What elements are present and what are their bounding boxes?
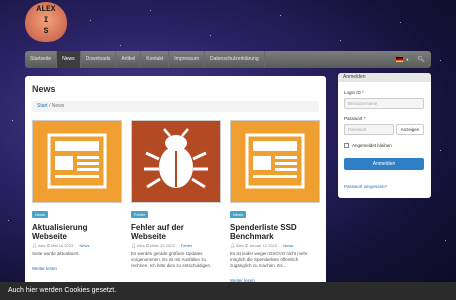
nav-item-datenschutz[interactable]: Datenschutzerklärung xyxy=(205,51,265,68)
nav-item-downloads[interactable]: Downloads xyxy=(81,51,117,68)
logo-text-line-3: S xyxy=(43,27,49,36)
article-title[interactable]: Spenderliste SSD Benchmark xyxy=(230,223,320,241)
article-meta: 👤︎ Alex 🕒︎ Mai 16 2023 🗀 News xyxy=(32,243,122,250)
folder-icon: 🗀 xyxy=(278,243,283,248)
clock-icon: 🕒︎ xyxy=(46,243,51,248)
nav-item-impressum[interactable]: Impressum xyxy=(169,51,205,68)
nav-item-news[interactable]: News xyxy=(57,51,81,68)
bug-thumbnail-image[interactable] xyxy=(131,120,221,203)
article-excerpt: Es werden gerade größere Updates vorgeno… xyxy=(131,251,212,268)
article-category-link[interactable]: News xyxy=(79,243,89,248)
article-date: März 29 2023 xyxy=(150,243,175,248)
breadcrumb-home-link[interactable]: Start xyxy=(37,103,48,109)
article-author: Alex xyxy=(37,243,46,248)
remember-me-checkbox[interactable] xyxy=(344,143,349,148)
article-card: News Aktualisierung Webseite 👤︎ Alex 🕒︎ … xyxy=(32,120,122,275)
article-card: Fehler Fehler auf der Webseite 👤︎ Alex 🕒… xyxy=(131,120,221,269)
category-badge[interactable]: News xyxy=(230,211,247,218)
folder-icon: 🗀 xyxy=(74,243,79,248)
article-meta: 👤︎ Alex 🕒︎ Januar 12 2023 🗀 News xyxy=(230,243,320,250)
article-category-link[interactable]: Fehler xyxy=(181,243,192,248)
article-meta: 👤︎ Alex 🕒︎ März 29 2023 🗀 Fehler xyxy=(131,243,221,250)
article-title[interactable]: Fehler auf der Webseite xyxy=(131,223,221,241)
article-author: Alex xyxy=(235,243,244,248)
article-excerpt: Es ist leider wegen DSGVO nicht mehr mög… xyxy=(230,251,308,268)
required-marker: * xyxy=(363,116,366,121)
forgot-password-link[interactable]: Passwort vergessen? xyxy=(344,184,387,189)
login-id-label: Login ID * xyxy=(344,90,364,95)
logo-text-line-2: I xyxy=(43,16,49,25)
password-input[interactable]: Passwort xyxy=(344,124,394,135)
category-badge[interactable]: Fehler xyxy=(131,211,149,218)
login-id-label-text: Login ID xyxy=(344,90,361,95)
language-switcher[interactable]: ▼ xyxy=(396,57,409,62)
news-thumbnail-image[interactable] xyxy=(230,120,320,203)
user-icon: 👤︎ xyxy=(230,243,236,248)
article-category-link[interactable]: News xyxy=(283,243,293,248)
article-date: Januar 12 2023 xyxy=(249,243,277,248)
main-navbar: Startseite News Downloads Artikel Kontak… xyxy=(25,51,431,68)
cookie-banner: Auch hier werden Cookies gesetzt. xyxy=(0,282,456,300)
remember-me-label: Angemeldet bleiben xyxy=(352,143,392,148)
nav-item-kontakt[interactable]: Kontakt xyxy=(141,51,170,68)
username-placeholder: Benutzername xyxy=(348,101,378,106)
password-placeholder: Passwort xyxy=(348,127,367,132)
article-author: Alex xyxy=(136,243,145,248)
site-logo[interactable]: ALEX I S xyxy=(25,2,67,42)
clock-icon: 🕒︎ xyxy=(145,243,150,248)
search-icon[interactable]: 🔍︎ xyxy=(417,56,425,63)
article-card: News Spenderliste SSD Benchmark 👤︎ Alex … xyxy=(230,120,320,287)
login-module-heading: Anmelden xyxy=(338,73,431,82)
category-badge[interactable]: News xyxy=(32,211,49,218)
breadcrumb: Start / News xyxy=(32,101,319,112)
read-more-link[interactable]: Weiter lesen xyxy=(32,266,57,271)
user-icon: 👤︎ xyxy=(32,243,38,248)
article-date: Mai 16 2023 xyxy=(51,243,74,248)
german-flag-icon xyxy=(396,57,404,62)
article-title[interactable]: Aktualisierung Webseite xyxy=(32,223,122,241)
newspaper-icon xyxy=(47,133,107,189)
bug-icon xyxy=(144,128,208,189)
nav-item-artikel[interactable]: Artikel xyxy=(116,51,142,68)
news-thumbnail-image[interactable] xyxy=(32,120,122,203)
navbar-tools: ▼ 🔍︎ xyxy=(396,56,431,63)
show-password-button[interactable]: Anzeigen xyxy=(396,124,424,135)
cookie-banner-text: Auch hier werden Cookies gesetzt. xyxy=(8,287,117,294)
password-label: Passwort * xyxy=(344,116,366,121)
username-input[interactable]: Benutzername xyxy=(344,98,424,109)
password-label-text: Passwort xyxy=(344,116,363,121)
chevron-down-icon: ▼ xyxy=(405,57,410,62)
required-marker: * xyxy=(362,90,364,95)
page-title: News xyxy=(32,84,56,94)
login-module: Anmelden Login ID * Benutzername Passwor… xyxy=(338,73,431,198)
folder-icon: 🗀 xyxy=(175,243,180,248)
nav-item-startseite[interactable]: Startseite xyxy=(25,51,58,68)
breadcrumb-current: News xyxy=(51,103,65,109)
login-button[interactable]: Anmelden xyxy=(344,158,424,170)
clock-icon: 🕒︎ xyxy=(244,243,249,248)
news-content: News Start / News News Aktualisierung We… xyxy=(25,76,326,300)
logo-text-line-1: ALEX xyxy=(36,5,56,14)
user-icon: 👤︎ xyxy=(131,243,137,248)
newspaper-icon xyxy=(245,133,305,189)
article-excerpt: Seite wurde aktualisiert. xyxy=(32,251,80,256)
